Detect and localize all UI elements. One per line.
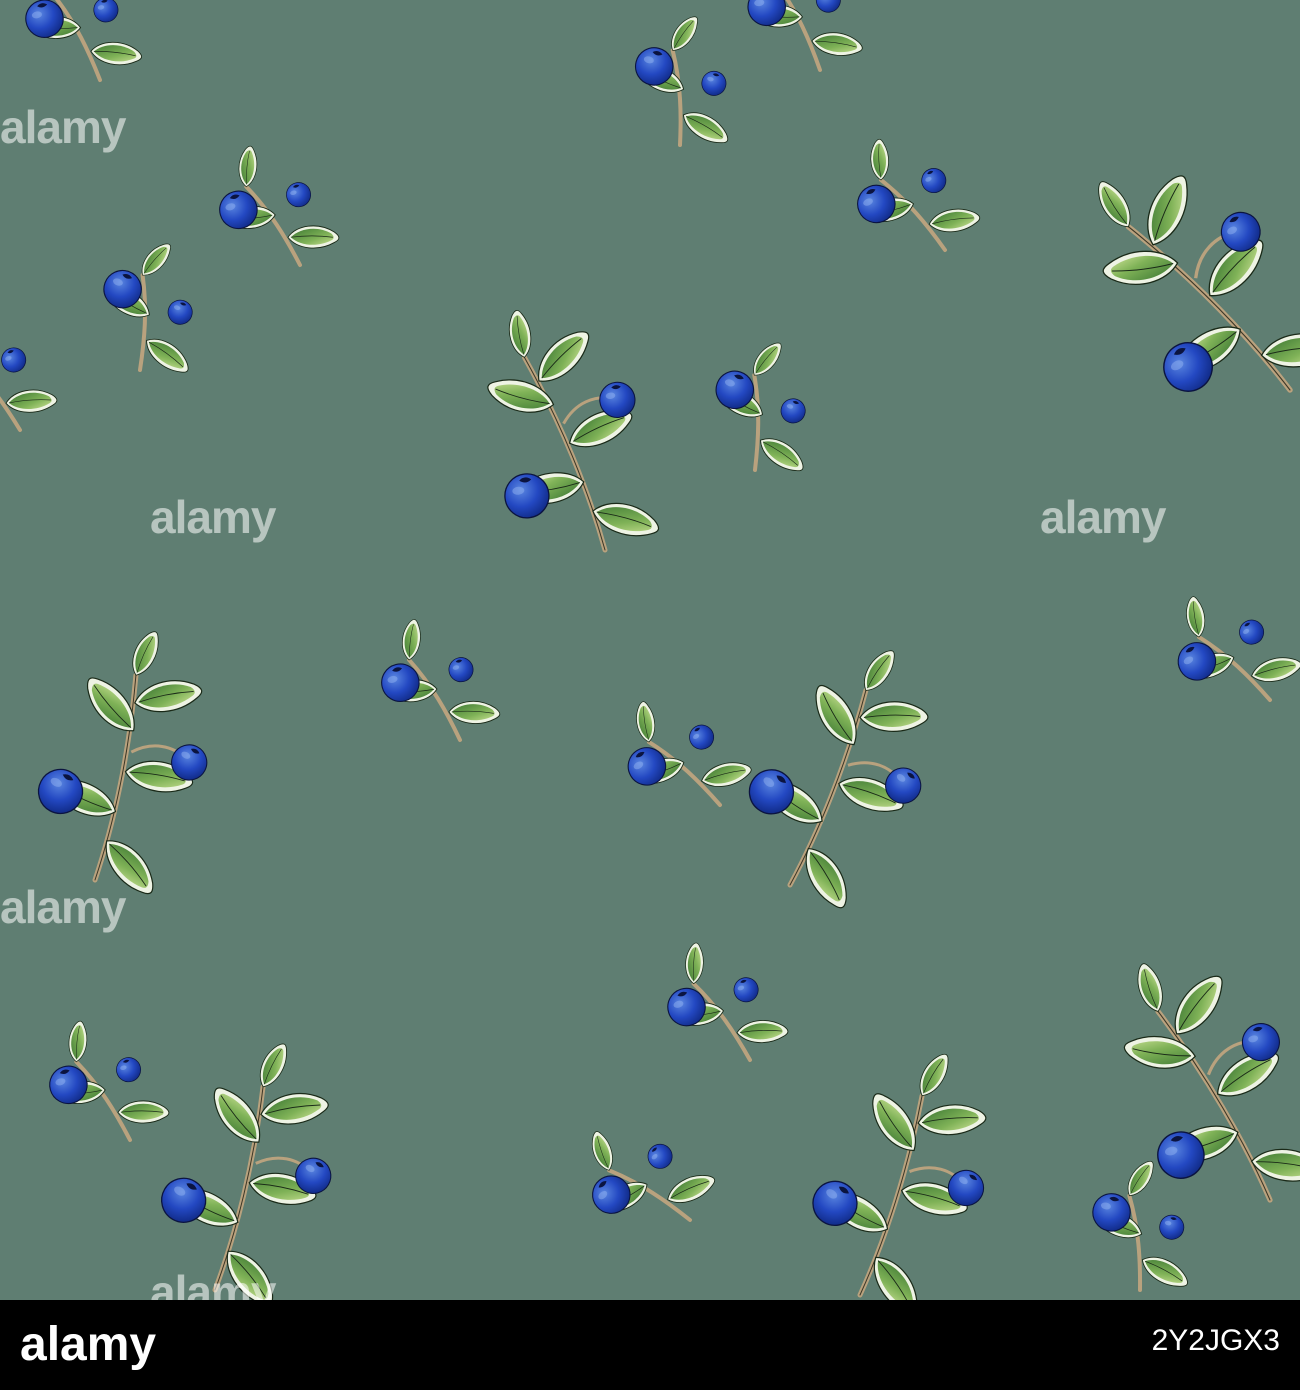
image-id: 2Y2JGX3: [1151, 1324, 1280, 1357]
blueberry-pattern-artwork: alamy alamy alamy alamy alamy: [0, 0, 1300, 1300]
svg-text:alamy: alamy: [20, 1318, 156, 1371]
alamy-logo: alamy: [20, 1318, 156, 1371]
footer-bar: alamy 2Y2JGX3: [0, 1300, 1300, 1390]
